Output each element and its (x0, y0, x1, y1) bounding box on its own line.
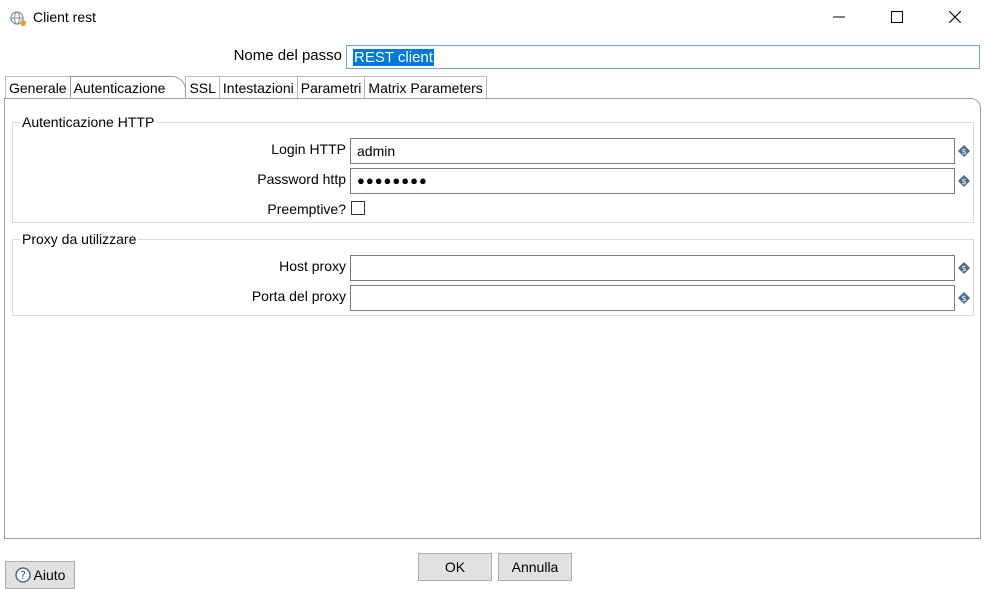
title-bar: Client rest (0, 0, 984, 34)
preemptive-label: Preemptive? (267, 201, 346, 217)
variable-diamond-icon[interactable]: $ (958, 145, 970, 157)
variable-diamond-icon[interactable]: $ (958, 292, 970, 304)
tab-matrix-parameters[interactable]: Matrix Parameters (364, 76, 487, 98)
tab-autenticazione[interactable]: Autenticazione (69, 76, 187, 98)
question-circle-icon: ? (14, 567, 31, 583)
help-button[interactable]: ? Aiuto (5, 561, 75, 589)
maximize-button[interactable] (868, 0, 926, 34)
svg-text:?: ? (20, 569, 26, 582)
window-title: Client rest (33, 9, 97, 25)
http-auth-group: Autenticazione HTTP Login HTTP admin $ P… (12, 114, 974, 223)
variable-diamond-icon[interactable]: $ (958, 175, 970, 187)
proxy-group-title: Proxy da utilizzare (20, 231, 139, 247)
host-proxy-input[interactable] (350, 255, 955, 281)
proxy-port-label: Porta del proxy (251, 288, 346, 304)
tab-bar: Generale Autenticazione SSL Intestazioni… (5, 76, 487, 99)
step-name-input[interactable]: REST client (346, 45, 980, 69)
tab-generale[interactable]: Generale (5, 76, 71, 98)
minimize-button[interactable] (810, 0, 868, 34)
minimize-icon (833, 16, 845, 18)
svg-text:$: $ (961, 294, 966, 303)
proxy-group: Proxy da utilizzare Host proxy $ Porta d… (12, 231, 974, 316)
tab-ssl[interactable]: SSL (185, 76, 220, 98)
maximize-icon (891, 11, 903, 23)
close-icon (949, 11, 961, 23)
tab-panel: Autenticazione HTTP Login HTTP admin $ P… (4, 98, 981, 539)
variable-diamond-icon[interactable]: $ (958, 262, 970, 274)
login-input[interactable]: admin (350, 138, 955, 164)
cancel-button[interactable]: Annulla (498, 553, 572, 581)
tab-parametri[interactable]: Parametri (296, 76, 366, 98)
host-proxy-label: Host proxy (279, 258, 346, 274)
svg-text:$: $ (961, 177, 966, 186)
globe-rest-icon (10, 11, 26, 26)
svg-text:$: $ (961, 264, 966, 273)
svg-text:$: $ (961, 147, 966, 156)
step-name-value: REST client (353, 49, 434, 66)
help-button-label: Aiuto (33, 567, 66, 583)
login-label: Login HTTP (271, 141, 346, 157)
ok-button[interactable]: OK (418, 553, 492, 581)
proxy-port-input[interactable] (350, 285, 955, 311)
tab-intestazioni[interactable]: Intestazioni (218, 76, 298, 98)
password-label: Password http (257, 171, 346, 187)
close-button[interactable] (926, 0, 984, 34)
preemptive-checkbox[interactable] (351, 201, 365, 215)
step-name-label: Nome del passo (233, 47, 342, 64)
http-auth-group-title: Autenticazione HTTP (20, 114, 157, 130)
password-input[interactable]: ●●●●●●●● (350, 168, 955, 194)
